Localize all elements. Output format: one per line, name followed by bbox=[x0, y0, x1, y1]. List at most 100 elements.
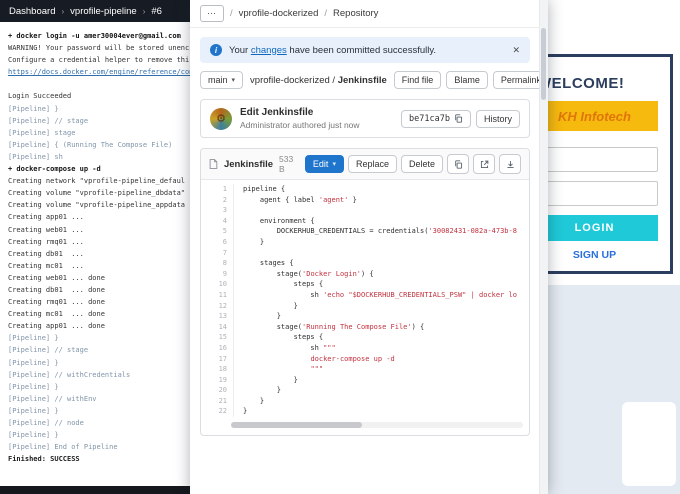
code-line: docker-compose up -d bbox=[310, 354, 395, 363]
line-number[interactable]: 7 bbox=[201, 248, 227, 259]
breadcrumb-project[interactable]: vprofile-pipeline bbox=[70, 6, 137, 17]
line-number[interactable]: 13 bbox=[201, 311, 227, 322]
find-file-button[interactable]: Find file bbox=[393, 71, 442, 89]
breadcrumb-repository[interactable]: Repository bbox=[333, 8, 378, 19]
commit-success-alert: i Your changes have been committed succe… bbox=[200, 37, 530, 63]
code-line: stage('Running The Compose File') { bbox=[243, 322, 425, 331]
chevron-down-icon: ▾ bbox=[231, 77, 236, 84]
code-line: steps { bbox=[243, 280, 324, 289]
code-line: steps { bbox=[243, 333, 324, 342]
file-header: Jenkinsfile 533 B Edit ▾ Replace Delete bbox=[201, 149, 529, 180]
line-number[interactable]: 17 bbox=[201, 354, 227, 365]
chevron-down-icon: ▾ bbox=[332, 161, 336, 168]
download-button[interactable] bbox=[499, 154, 521, 174]
info-icon: i bbox=[210, 44, 222, 56]
code-line: DOCKERHUB_CREDENTIALS = credentials('300… bbox=[243, 227, 517, 236]
download-icon bbox=[506, 160, 514, 168]
line-number[interactable]: 18 bbox=[201, 364, 227, 375]
file-size: 533 B bbox=[279, 154, 294, 174]
line-number[interactable]: 15 bbox=[201, 332, 227, 343]
file-navigation-row: main ▾ vprofile-dockerized / Jenkinsfile… bbox=[200, 71, 540, 89]
file-path-breadcrumb: vprofile-dockerized / Jenkinsfile bbox=[250, 74, 387, 86]
code-line: sh 'echo "$DOCKERHUB_CREDENTIALS_PSW" | … bbox=[243, 290, 517, 299]
replace-button[interactable]: Replace bbox=[347, 155, 397, 173]
line-number[interactable]: 4 bbox=[201, 216, 227, 227]
breadcrumb-project[interactable]: vprofile-dockerized bbox=[239, 8, 319, 19]
path-file[interactable]: Jenkinsfile bbox=[338, 75, 387, 86]
commit-meta: Administrator authored just now bbox=[240, 120, 360, 130]
line-number[interactable]: 20 bbox=[201, 385, 227, 396]
code-line: environment { bbox=[243, 216, 315, 225]
line-number[interactable]: 2 bbox=[201, 195, 227, 206]
code-line: agent { label 'agent' } bbox=[243, 195, 357, 204]
avatar: ⚙ bbox=[210, 107, 232, 130]
breadcrumb-dashboard[interactable]: Dashboard bbox=[9, 6, 55, 17]
code-line: } bbox=[243, 386, 281, 395]
close-icon[interactable]: ✕ bbox=[512, 45, 520, 56]
brand-banner: KH Infotech bbox=[548, 101, 658, 131]
login-button[interactable]: LOGIN bbox=[548, 215, 658, 241]
vertical-scrollbar[interactable] bbox=[539, 0, 548, 494]
username-field[interactable] bbox=[548, 147, 658, 172]
code-line: stages { bbox=[243, 259, 294, 268]
breadcrumb-build-number[interactable]: #6 bbox=[151, 6, 162, 17]
line-number[interactable]: 1 bbox=[201, 184, 227, 195]
scrollbar-thumb[interactable] bbox=[231, 422, 363, 429]
jenkins-footer-bar bbox=[0, 486, 200, 494]
file-name: Jenkinsfile bbox=[223, 158, 274, 170]
line-numbers: 1 2 3 4 5 6 7 8 9 10 11 12 13 14 15 16 17 18 19 20 21 22 bbox=[201, 184, 234, 418]
external-link-icon bbox=[480, 160, 488, 168]
breadcrumb-separator: / bbox=[324, 8, 328, 19]
chevron-right-icon: › bbox=[142, 6, 146, 16]
code-line: } bbox=[243, 407, 248, 416]
line-number[interactable]: 21 bbox=[201, 396, 227, 407]
copy-file-contents-button[interactable] bbox=[447, 154, 469, 174]
blame-button[interactable]: Blame bbox=[446, 71, 488, 89]
line-number[interactable]: 8 bbox=[201, 258, 227, 269]
delete-button[interactable]: Delete bbox=[400, 155, 443, 173]
edit-button[interactable]: Edit ▾ bbox=[304, 155, 344, 173]
code-line: stage('Docker Login') { bbox=[243, 269, 374, 278]
alert-text: Your changes have been committed success… bbox=[229, 44, 437, 56]
line-number[interactable]: 10 bbox=[201, 279, 227, 290]
path-project[interactable]: vprofile-dockerized bbox=[250, 75, 330, 86]
line-number[interactable]: 9 bbox=[201, 269, 227, 280]
code-line: """ bbox=[310, 365, 324, 374]
line-number[interactable]: 3 bbox=[201, 205, 227, 216]
content-card bbox=[622, 402, 676, 486]
signup-link[interactable]: SIGN UP bbox=[548, 249, 658, 261]
branch-selector[interactable]: main ▾ bbox=[200, 71, 244, 89]
code-line: } bbox=[243, 312, 281, 321]
code-line: } bbox=[243, 375, 298, 384]
project-avatar-icon[interactable]: ⋯ bbox=[200, 5, 224, 22]
brand-name: KH Infotech bbox=[558, 108, 631, 124]
commit-sha-button[interactable]: be71ca7b bbox=[401, 109, 471, 128]
password-field[interactable] bbox=[548, 181, 658, 206]
login-card: WELCOME! KH Infotech LOGIN SIGN UP bbox=[548, 54, 673, 274]
gitlab-breadcrumb-bar: ⋯ / vprofile-dockerized / Repository bbox=[190, 0, 540, 28]
open-raw-button[interactable] bbox=[473, 154, 495, 174]
line-number[interactable]: 14 bbox=[201, 322, 227, 333]
welcome-heading: WELCOME! bbox=[548, 75, 625, 92]
horizontal-scrollbar[interactable] bbox=[231, 420, 523, 430]
code-line: } bbox=[243, 237, 265, 246]
line-number[interactable]: 22 bbox=[201, 406, 227, 417]
line-number[interactable]: 19 bbox=[201, 375, 227, 386]
commit-title[interactable]: Edit Jenkinsfile bbox=[240, 107, 360, 118]
permalink-button[interactable]: Permalink bbox=[492, 71, 540, 89]
line-number[interactable]: 12 bbox=[201, 301, 227, 312]
code-line: } bbox=[243, 301, 298, 310]
line-number[interactable]: 5 bbox=[201, 226, 227, 237]
changes-link[interactable]: changes bbox=[251, 45, 287, 56]
scrollbar-thumb[interactable] bbox=[541, 28, 546, 100]
history-button[interactable]: History bbox=[475, 109, 520, 128]
line-number[interactable]: 6 bbox=[201, 237, 227, 248]
chevron-right-icon: › bbox=[61, 6, 65, 16]
app-lower-section bbox=[548, 285, 680, 494]
app-login-page: WELCOME! KH Infotech LOGIN SIGN UP bbox=[548, 0, 680, 494]
line-number[interactable]: 11 bbox=[201, 290, 227, 301]
line-number[interactable]: 16 bbox=[201, 343, 227, 354]
gitlab-repository-panel: ⋯ / vprofile-dockerized / Repository i Y… bbox=[190, 0, 548, 494]
